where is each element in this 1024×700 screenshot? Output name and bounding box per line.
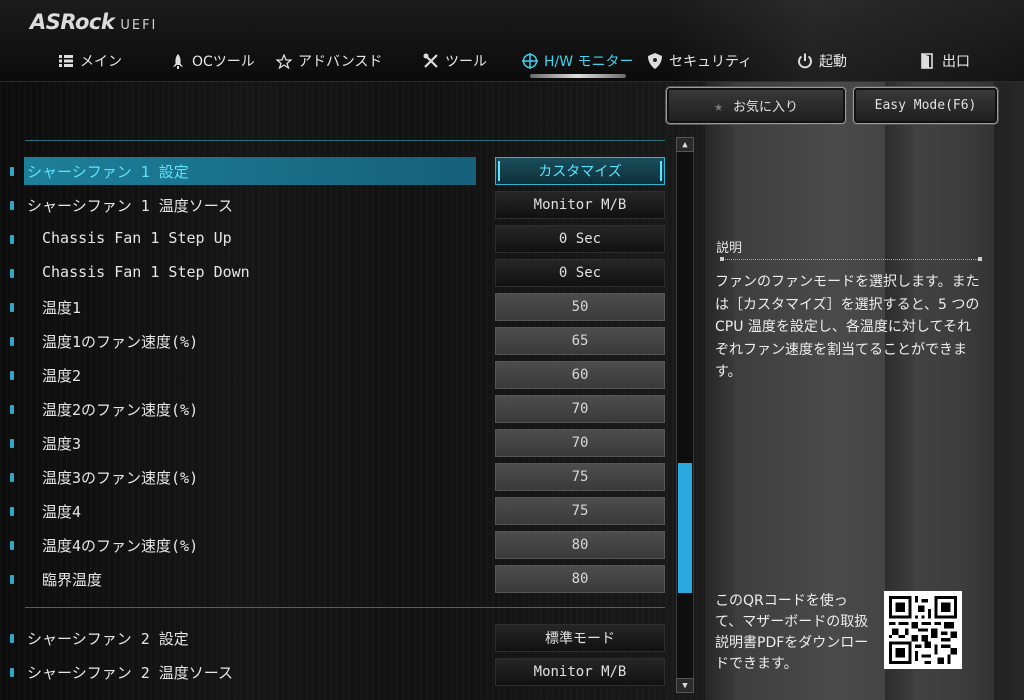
tab-boot[interactable]: 起動	[797, 48, 847, 74]
description-title: 説明	[716, 241, 743, 256]
tab-exit[interactable]: 出口	[920, 48, 970, 74]
setting-value-input[interactable]: 75	[495, 497, 665, 525]
setting-label: 温度4	[42, 503, 82, 521]
description-divider	[720, 257, 982, 261]
main-nav: メイン OCツール アドバンスド ツール H/W モニター セキュリティ 起動 …	[0, 48, 1024, 74]
setting-value-dropdown[interactable]: Monitor M/B	[495, 658, 665, 686]
setting-label: シャーシファン 2 設定	[27, 630, 189, 648]
setting-value-input[interactable]: 70	[495, 395, 665, 423]
star-icon	[276, 53, 292, 69]
asrock-logo: ASRock UEFI	[30, 10, 158, 34]
setting-label: 温度1のファン速度(%)	[42, 333, 199, 351]
setting-temp1-fan-speed[interactable]: 温度1のファン速度(%) 65	[0, 327, 670, 355]
setting-label: Chassis Fan 1 Step Up	[42, 229, 232, 247]
tab-tools[interactable]: ツール	[423, 48, 487, 74]
setting-value-input[interactable]: 75	[495, 463, 665, 491]
setting-label: 臨界温度	[42, 571, 103, 589]
setting-label: Chassis Fan 1 Step Down	[42, 263, 250, 281]
row-bullet	[10, 167, 14, 176]
setting-temp2-fan-speed[interactable]: 温度2のファン速度(%) 70	[0, 395, 670, 423]
star-icon: ★	[713, 96, 723, 115]
rocket-icon	[170, 53, 186, 69]
setting-value-input[interactable]: 60	[495, 361, 665, 389]
crosshair-icon	[522, 53, 538, 69]
setting-chassis-fan1-mode[interactable]: シャーシファン 1 設定 カスタマイズ	[0, 157, 670, 185]
setting-value-input[interactable]: 70	[495, 429, 665, 457]
row-bullet	[10, 405, 14, 414]
separator	[25, 140, 665, 141]
easy-mode-button[interactable]: Easy Mode(F6)	[853, 87, 998, 124]
setting-label: 温度2のファン速度(%)	[42, 401, 199, 419]
description-text: ファンのファンモードを選択します。または［カスタマイズ］を選択すると、5 つの …	[715, 274, 980, 380]
setting-value-dropdown[interactable]: Monitor M/B	[495, 191, 665, 219]
row-bullet	[10, 668, 14, 677]
setting-chassis-fan1-step-down[interactable]: Chassis Fan 1 Step Down 0 Sec	[0, 259, 670, 287]
setting-label: 温度3	[42, 435, 82, 453]
row-bullet	[10, 541, 14, 550]
setting-value-input[interactable]: 65	[495, 327, 665, 355]
row-bullet	[10, 201, 14, 210]
separator	[25, 607, 665, 608]
scroll-up-button[interactable]: ▲	[676, 137, 694, 152]
tab-hw-monitor[interactable]: H/W モニター	[522, 48, 634, 74]
row-bullet	[10, 371, 14, 380]
setting-value-dropdown[interactable]: 0 Sec	[495, 259, 665, 287]
setting-label: シャーシファン 1 温度ソース	[27, 197, 234, 215]
setting-value-dropdown[interactable]: カスタマイズ	[495, 157, 665, 185]
tab-security[interactable]: セキュリティ	[647, 48, 752, 74]
tools-icon	[423, 53, 439, 69]
setting-chassis-fan1-step-up[interactable]: Chassis Fan 1 Step Up 0 Sec	[0, 225, 670, 253]
setting-temp1[interactable]: 温度1 50	[0, 293, 670, 321]
setting-value-input[interactable]: 80	[495, 531, 665, 559]
row-bullet	[10, 439, 14, 448]
setting-label: 温度2	[42, 367, 82, 385]
setting-temp3[interactable]: 温度3 70	[0, 429, 670, 457]
scrollbar-track[interactable]	[676, 137, 694, 693]
setting-label: 温度3のファン速度(%)	[42, 469, 199, 487]
active-tab-indicator	[530, 74, 626, 78]
setting-value-dropdown[interactable]: 0 Sec	[495, 225, 665, 253]
row-bullet	[10, 303, 14, 312]
shield-icon	[647, 53, 663, 69]
exit-door-icon	[920, 53, 936, 69]
scrollbar-thumb[interactable]	[678, 463, 692, 593]
setting-temp4-fan-speed[interactable]: 温度4のファン速度(%) 80	[0, 531, 670, 559]
row-bullet	[10, 269, 14, 278]
setting-chassis-fan2-mode[interactable]: シャーシファン 2 設定 標準モード	[0, 624, 670, 652]
setting-value-input[interactable]: 80	[495, 565, 665, 593]
row-bullet	[10, 337, 14, 346]
setting-label: 温度4のファン速度(%)	[42, 537, 199, 555]
setting-label: シャーシファン 1 設定	[27, 163, 189, 181]
row-bullet	[10, 507, 14, 516]
tab-oc-tools[interactable]: OCツール	[170, 48, 255, 74]
setting-temp2[interactable]: 温度2 60	[0, 361, 670, 389]
setting-temp4[interactable]: 温度4 75	[0, 497, 670, 525]
setting-label: 温度1	[42, 299, 82, 317]
power-icon	[797, 53, 813, 69]
setting-label: シャーシファン 2 温度ソース	[27, 664, 234, 682]
row-bullet	[10, 235, 14, 244]
favorites-button[interactable]: ★ お気に入り	[666, 87, 846, 124]
setting-value-input[interactable]: 50	[495, 293, 665, 321]
row-bullet	[10, 575, 14, 584]
scroll-down-button[interactable]: ▼	[676, 678, 694, 693]
list-icon	[58, 53, 74, 69]
tab-advanced[interactable]: アドバンスド	[276, 48, 382, 74]
setting-value-dropdown[interactable]: 標準モード	[495, 624, 665, 652]
setting-chassis-fan2-temp-source[interactable]: シャーシファン 2 温度ソース Monitor M/B	[0, 658, 670, 686]
setting-chassis-fan1-temp-source[interactable]: シャーシファン 1 温度ソース Monitor M/B	[0, 191, 670, 219]
row-bullet	[10, 473, 14, 482]
qr-caption: このQRコードを使って、マザーボードの取扱説明書PDFをダウンロードできます。	[715, 593, 869, 672]
setting-critical-temp[interactable]: 臨界温度 80	[0, 565, 670, 593]
row-bullet	[10, 634, 14, 643]
qr-code	[884, 591, 962, 669]
tab-main[interactable]: メイン	[58, 48, 122, 74]
setting-temp3-fan-speed[interactable]: 温度3のファン速度(%) 75	[0, 463, 670, 491]
